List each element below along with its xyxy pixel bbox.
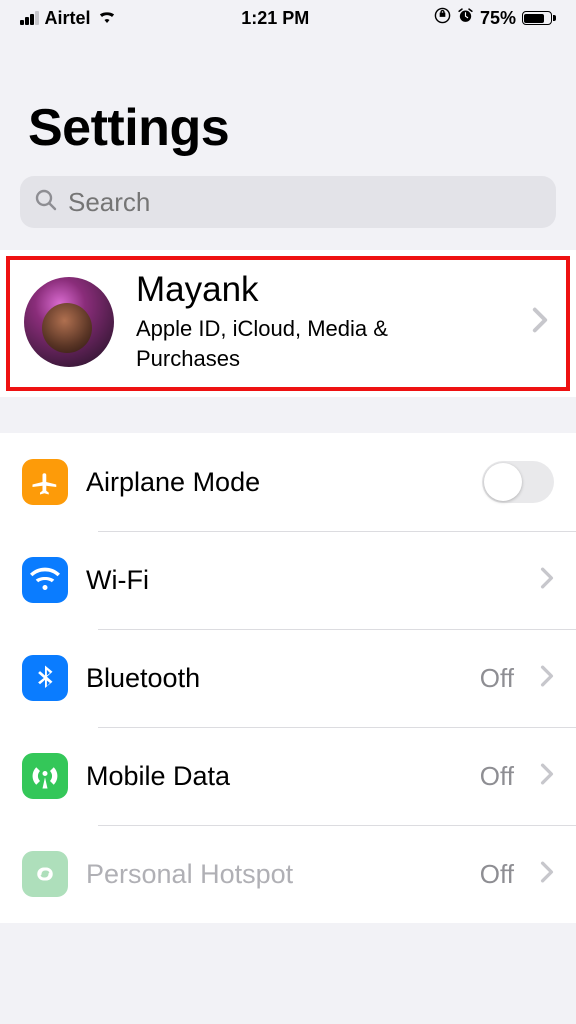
settings-list: Airplane Mode Wi-Fi Bluetooth Off Mobile… <box>0 433 576 923</box>
apple-id-row[interactable]: Mayank Apple ID, iCloud, Media & Purchas… <box>6 256 570 391</box>
wifi-icon <box>22 557 68 603</box>
page-title: Settings <box>0 36 576 176</box>
chevron-right-icon <box>540 567 554 594</box>
row-label: Bluetooth <box>86 663 462 694</box>
row-airplane-mode[interactable]: Airplane Mode <box>0 433 576 531</box>
chevron-right-icon <box>540 861 554 888</box>
chevron-right-icon <box>540 763 554 790</box>
airplane-toggle[interactable] <box>482 461 554 503</box>
row-value: Off <box>480 761 514 792</box>
row-bluetooth[interactable]: Bluetooth Off <box>0 629 576 727</box>
battery-icon <box>522 11 556 25</box>
battery-percent: 75% <box>480 8 516 29</box>
alarm-icon <box>457 7 474 29</box>
row-personal-hotspot[interactable]: Personal Hotspot Off <box>0 825 576 923</box>
status-time: 1:21 PM <box>241 8 309 29</box>
search-container <box>0 176 576 250</box>
cellular-signal-icon <box>20 11 39 25</box>
section-gap <box>0 397 576 433</box>
row-wifi[interactable]: Wi-Fi <box>0 531 576 629</box>
search-field[interactable] <box>20 176 556 228</box>
hotspot-icon <box>22 851 68 897</box>
status-right: 75% <box>434 7 556 29</box>
search-input[interactable] <box>68 187 542 218</box>
chevron-right-icon <box>532 307 548 341</box>
row-label: Mobile Data <box>86 761 462 792</box>
bluetooth-icon <box>22 655 68 701</box>
orientation-lock-icon <box>434 7 451 29</box>
row-value: Off <box>480 859 514 890</box>
search-icon <box>34 188 58 217</box>
airplane-icon <box>22 459 68 505</box>
chevron-right-icon <box>540 665 554 692</box>
apple-id-subtitle: Apple ID, iCloud, Media & Purchases <box>136 314 436 373</box>
wifi-status-icon <box>97 8 117 28</box>
apple-id-section: Mayank Apple ID, iCloud, Media & Purchas… <box>0 250 576 397</box>
row-label: Airplane Mode <box>86 467 464 498</box>
carrier-label: Airtel <box>45 8 91 29</box>
status-bar: Airtel 1:21 PM 75% <box>0 0 576 36</box>
apple-id-name: Mayank <box>136 270 436 310</box>
row-value: Off <box>480 663 514 694</box>
row-label: Personal Hotspot <box>86 859 462 890</box>
row-mobile-data[interactable]: Mobile Data Off <box>0 727 576 825</box>
avatar <box>24 277 114 367</box>
status-left: Airtel <box>20 8 117 29</box>
antenna-icon <box>22 753 68 799</box>
row-label: Wi-Fi <box>86 565 522 596</box>
apple-id-text: Mayank Apple ID, iCloud, Media & Purchas… <box>136 270 436 373</box>
